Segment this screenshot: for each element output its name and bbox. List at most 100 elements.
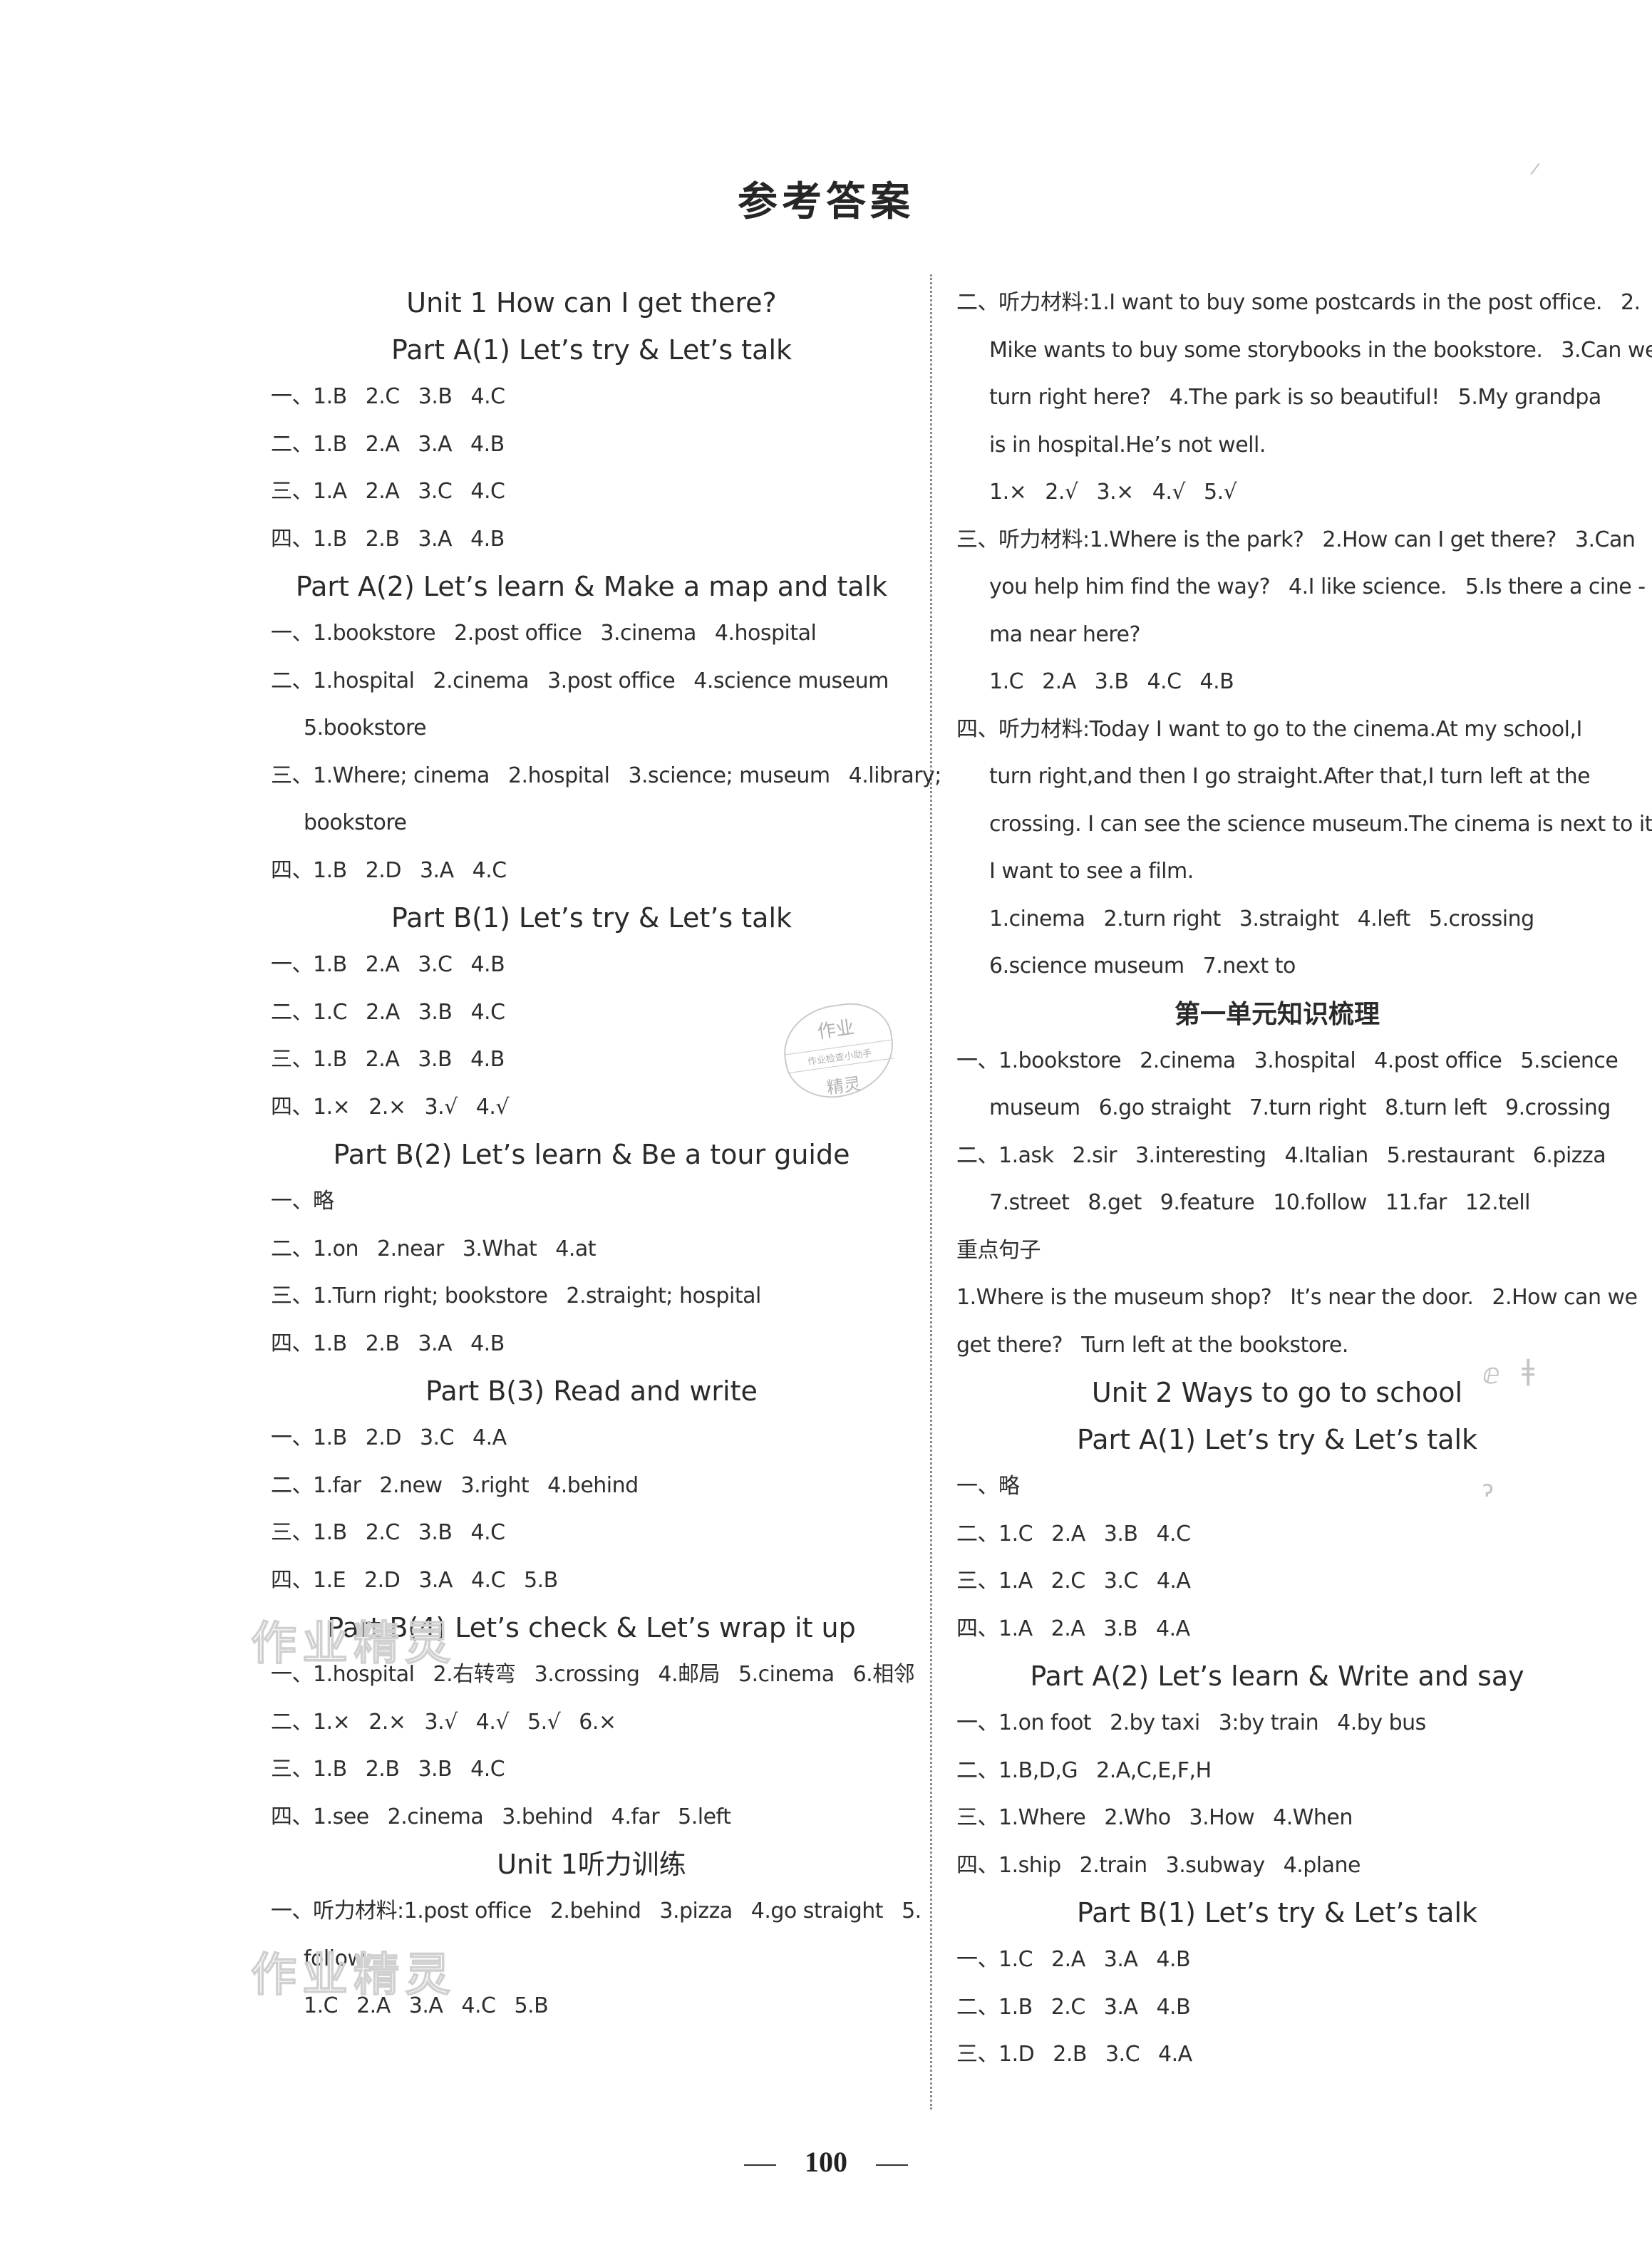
- answer-item: 3.straight: [1239, 906, 1339, 931]
- answer-item: 3.A: [418, 526, 453, 552]
- question-group-label: 四、听力材料:: [956, 716, 1090, 742]
- answer-item: 1.post office: [403, 1899, 532, 1923]
- answer-item: 4.C: [472, 857, 507, 883]
- question-group-label: 三、: [271, 1284, 314, 1308]
- section-heading: Unit 1听力训练: [497, 1849, 686, 1880]
- answer-line: 二、1.B,D,G 2.A,C,E,F,H: [956, 1747, 1598, 1795]
- question-group-label: 二、: [271, 1472, 314, 1498]
- answer-line: 三、1.A 2.C 3.C 4.A: [956, 1558, 1598, 1606]
- answer-item: 4.B: [470, 431, 505, 457]
- answer-item: 1.bookstore: [313, 621, 436, 646]
- answer-line: 三、1.B 2.C 3.B 4.C: [271, 1509, 912, 1557]
- question-group-label: 二、听力材料:: [956, 290, 1090, 315]
- answer-line: 三、听力材料:1.Where is the park? 2.How can I g…: [956, 517, 1636, 564]
- answer-item: 11.far: [1385, 1190, 1447, 1215]
- answer-line: crossing. I can see the science museum.T…: [956, 801, 1652, 849]
- answer-item: 4.A: [1156, 1569, 1191, 1594]
- answer-item: 4.C: [470, 1520, 506, 1545]
- answer-item: 2.by taxi: [1110, 1710, 1200, 1735]
- question-group-label: 三、: [271, 763, 314, 788]
- section-listening-cont: 二、听力材料:1.I want to buy some postcards in…: [956, 279, 1652, 991]
- answer-item: 6.pizza: [1532, 1142, 1606, 1168]
- page-footer: 100: [0, 2145, 1652, 2179]
- answer-item: I want to see a film.: [989, 859, 1194, 884]
- answer-item: 3.C: [418, 479, 453, 504]
- section-b2: Part B(2) Let’s learn & Be a tour guide 一…: [271, 1131, 912, 1368]
- answer-item: 6.go straight: [1098, 1095, 1232, 1120]
- answer-item: 5.My grandpa: [1457, 385, 1602, 410]
- answer-item: 2.cinema: [433, 668, 530, 693]
- answer-item: 4.C: [1156, 1521, 1191, 1546]
- answer-item: 3.C: [1103, 1569, 1139, 1594]
- answer-item: 1.on: [313, 1236, 359, 1261]
- answer-line: 三、1.Where; cinema 2.hospital 3.science; mu…: [271, 753, 941, 800]
- answer-item: 2.How can I get there?: [1322, 527, 1557, 552]
- left-column: Unit 1 How can I get there? Part A(1) Le…: [271, 279, 941, 2030]
- answer-item: 2.A: [365, 479, 400, 504]
- answer-line: 二、听力材料:1.I want to buy some postcards in…: [956, 279, 1641, 327]
- answer-line: 四、听力材料:Today I want to go to the cinema.…: [956, 706, 1598, 754]
- answer-item: 3.Can we: [1561, 337, 1652, 363]
- footer-dash-left: [744, 2164, 776, 2166]
- answer-item: 3.A: [1103, 1994, 1138, 2020]
- section-heading: Part B(1) Let’s try & Let’s talk: [1076, 1897, 1478, 1928]
- answer-item: 4.B: [1156, 1947, 1191, 1972]
- answer-item: 4.library;: [848, 763, 942, 788]
- question-group-label: 二、: [956, 1142, 999, 1168]
- section-b3: Part B(3) Read and write 一、1.B 2.D 3.C 4.A 二、…: [271, 1368, 912, 1604]
- answer-item: 1.B: [313, 857, 347, 883]
- answer-line: ma near here?: [956, 611, 1598, 659]
- answer-item: 1.A: [998, 1569, 1033, 1594]
- answer-item: 5.B: [524, 1567, 558, 1593]
- answer-item: 1.B: [313, 384, 347, 409]
- section-heading: 第一单元知识梳理: [1174, 998, 1380, 1029]
- answer-line: 一、1.bookstore 2.cinema 3.hospital 4.post of…: [956, 1038, 1619, 1085]
- answer-item: is in hospital.He’s not well.: [989, 432, 1266, 458]
- answer-item: 8.get: [1088, 1190, 1142, 1215]
- answer-item: 2.A: [366, 999, 400, 1025]
- answer-item: 5.Is there a cine -: [1465, 574, 1646, 599]
- answer-item: 4.far: [611, 1804, 660, 1829]
- answer-item: 4.plane: [1283, 1852, 1361, 1878]
- answer-item: 1.B: [313, 1047, 347, 1072]
- answer-item: 3.behind: [502, 1804, 593, 1829]
- answer-item: 2.D: [365, 1425, 402, 1450]
- answer-item: 2.: [1621, 290, 1641, 315]
- answer-item: 1.B: [313, 1331, 347, 1356]
- question-group-label: 四、: [271, 1094, 314, 1120]
- answer-item: 5.restaurant: [1386, 1142, 1515, 1168]
- answer-line: 1.C 2.A 3.B 4.C 4.B: [956, 659, 1598, 706]
- answer-item: museum: [989, 1095, 1080, 1120]
- answer-item: 3.B: [1103, 1616, 1138, 1641]
- answer-item: 1.×: [313, 1094, 351, 1120]
- question-group-label: 四、: [271, 1804, 314, 1829]
- answer-item: 2.turn right: [1103, 906, 1222, 931]
- answer-item: 12.tell: [1465, 1190, 1531, 1215]
- answer-item: 2.behind: [549, 1899, 641, 1923]
- answer-line: 一、略: [271, 1178, 912, 1226]
- answer-item: 1.B: [998, 1994, 1033, 2020]
- answer-item: Mike wants to buy some storybooks in the…: [989, 337, 1543, 363]
- answer-line: 四、1.see 2.cinema 3.behind 4.far 5.left: [271, 1794, 912, 1842]
- answer-item: 1.B: [313, 1757, 347, 1782]
- answer-item: 2.cinema: [387, 1804, 484, 1829]
- answer-item: 1.Where; cinema: [313, 763, 490, 788]
- answer-item: 4.C: [470, 999, 505, 1025]
- answer-line: get there? Turn left at the bookstore.: [956, 1322, 1598, 1370]
- answer-line: you help him find the way? 4.I like scien…: [956, 564, 1646, 611]
- question-group-label: 三、: [956, 1805, 999, 1830]
- answer-item: 3.B: [418, 1757, 453, 1782]
- answer-item: turn right here?: [989, 385, 1151, 410]
- answer-line: 二、1.C 2.A 3.B 4.C: [956, 1511, 1598, 1559]
- section-u2-a2: Part A(2) Let’s learn & Write and say 一、1…: [956, 1653, 1598, 1889]
- answer-item: 1.Where is the park?: [1089, 527, 1304, 552]
- answer-item: 4.C: [1147, 669, 1182, 694]
- answer-item: 2.A: [365, 1047, 400, 1072]
- answer-item: 2.straight; hospital: [566, 1284, 761, 1308]
- answer-item: 1.I want to buy some postcards in the po…: [1089, 290, 1603, 315]
- answer-item: 1.D: [998, 2042, 1035, 2067]
- answer-line: 一、1.B 2.C 3.B 4.C: [271, 373, 912, 421]
- answer-item: 1.E: [313, 1567, 346, 1593]
- answer-item: 4.at: [555, 1236, 597, 1261]
- question-group-label: 四、: [956, 1616, 999, 1641]
